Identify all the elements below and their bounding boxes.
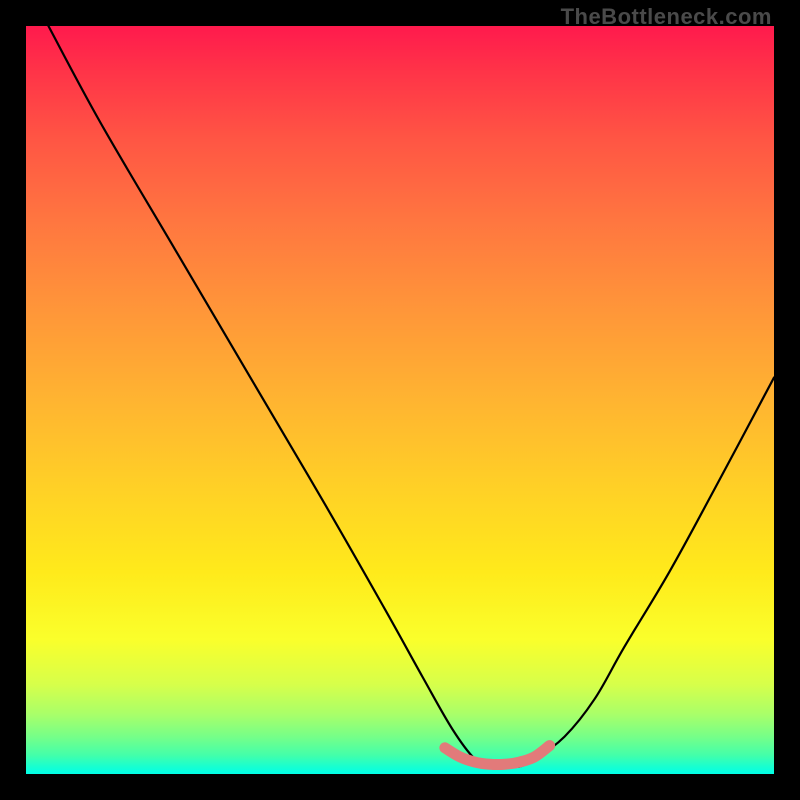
chart-frame: TheBottleneck.com	[0, 0, 800, 800]
optimal-band	[445, 746, 550, 765]
watermark-text: TheBottleneck.com	[561, 4, 772, 30]
plot-area	[26, 26, 774, 774]
bottleneck-curve	[48, 26, 774, 767]
chart-svg	[26, 26, 774, 774]
